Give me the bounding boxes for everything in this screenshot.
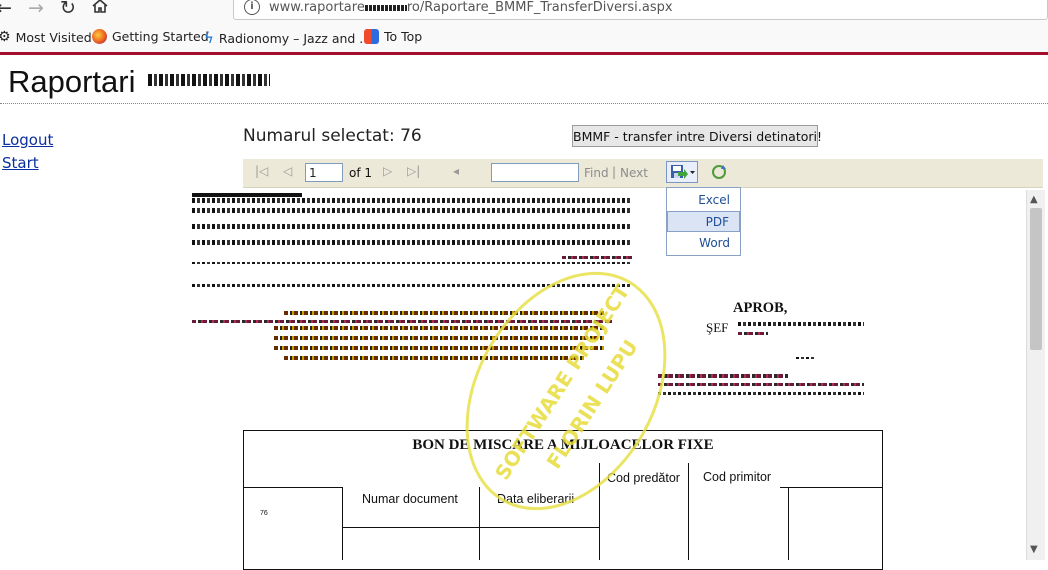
info-icon[interactable]: i — [244, 0, 260, 15]
save-disk-icon — [671, 165, 695, 179]
site-title: Raportari — [8, 64, 271, 100]
bookmarks-toolbar: ⚙ Most Visited Getting Started ϟ Radiono… — [0, 24, 1048, 53]
page-number-input[interactable]: 1 — [305, 163, 343, 182]
export-pdf-item[interactable]: PDF — [667, 211, 740, 232]
bookmark-label: Getting Started — [112, 29, 209, 44]
firefox-icon — [92, 29, 107, 44]
report-toolbar: |◁ ◁ 1 of 1 ▷ ▷| ◂ Find | Next — [243, 159, 1043, 188]
url-bar[interactable]: i www.raportare ro/Raportare_BMMF_Transfe… — [233, 0, 1048, 20]
bolt-icon: ϟ — [204, 29, 214, 47]
redacted-line — [192, 262, 632, 264]
row-value: 76 — [260, 510, 268, 517]
find-separator: | — [612, 165, 617, 179]
logout-link[interactable]: Logout — [2, 131, 53, 149]
scroll-up-icon[interactable]: ▲ — [1030, 194, 1038, 205]
cod-primitor-header: Cod primitor — [703, 470, 772, 484]
home-icon[interactable] — [91, 0, 109, 20]
bookmark-label: Most Visited — [15, 29, 92, 45]
reload-icon[interactable]: ↻ — [60, 0, 76, 20]
report-scrollbar[interactable]: ▲ ▼ — [1026, 190, 1045, 560]
redacted-line — [192, 198, 632, 203]
redacted-line — [192, 224, 632, 229]
export-excel-item[interactable]: Excel — [667, 190, 740, 211]
accent-bar — [0, 52, 1048, 55]
export-menu: Excel PDF Word — [666, 187, 741, 256]
next-button[interactable]: Next — [620, 166, 648, 180]
browser-nav-bar: ← → ↻ i www.raportare ro/Raportare_BMMF_T… — [0, 0, 1048, 24]
forward-icon[interactable]: → — [28, 0, 44, 20]
gear-icon: ⚙ — [0, 29, 11, 45]
chief-label: ŞEF — [706, 320, 729, 335]
back-icon[interactable]: ← — [0, 0, 12, 20]
url-text: www.raportare ro/Raportare_BMMF_TransferD… — [269, 0, 673, 15]
redacted-line — [192, 240, 632, 245]
redacted-line — [192, 193, 302, 197]
first-page-icon[interactable]: |◁ — [255, 164, 268, 178]
transfer-button[interactable]: BMMF - transfer intre Diversi detinatori… — [572, 125, 822, 147]
redacted-text — [148, 74, 271, 86]
page-count: of 1 — [349, 166, 373, 180]
bookmark-getting-started[interactable]: Getting Started — [92, 29, 209, 44]
table-line — [342, 527, 600, 528]
find-input[interactable] — [491, 163, 579, 182]
redacted-line — [192, 208, 632, 213]
bookmark-label: To Top — [384, 29, 423, 44]
redacted-line — [738, 332, 768, 335]
bookmark-label: Radionomy – Jazz and ... — [218, 30, 372, 46]
prev-page-icon[interactable]: ◁ — [283, 164, 292, 178]
table-line — [342, 487, 343, 560]
title-divider — [0, 103, 1048, 104]
bookmark-to-top[interactable]: To Top — [364, 29, 422, 44]
scroll-down-icon[interactable]: ▼ — [1030, 544, 1038, 555]
refresh-icon[interactable] — [710, 163, 728, 181]
table-line — [780, 487, 883, 488]
table-line — [688, 463, 689, 560]
back-to-parent-icon[interactable]: ◂ — [453, 164, 459, 178]
watermark-stamp: SOFTWARE PROJECT FLORIN LUPU — [465, 271, 667, 511]
numar-document-header: Numar document — [362, 492, 458, 506]
selected-number-label: Numarul selectat: 76 — [243, 126, 422, 146]
next-page-icon[interactable]: ▷ — [383, 164, 392, 178]
find-button[interactable]: Find — [584, 166, 609, 180]
scroll-thumb[interactable] — [1030, 208, 1042, 350]
redacted-line — [738, 322, 864, 326]
redacted-line — [796, 357, 814, 359]
redacted-line — [658, 383, 864, 386]
totop-icon — [364, 29, 379, 44]
bookmark-most-visited[interactable]: ⚙ Most Visited — [0, 29, 92, 45]
table-line — [243, 487, 342, 488]
table-line — [788, 487, 789, 560]
start-link[interactable]: Start — [2, 154, 39, 172]
export-button[interactable] — [666, 161, 698, 183]
redacted-line — [658, 392, 864, 395]
export-word-item[interactable]: Word — [667, 233, 740, 254]
bookmark-radionomy[interactable]: ϟ Radionomy – Jazz and ... — [204, 29, 371, 47]
redacted-line — [562, 256, 632, 259]
last-page-icon[interactable]: ▷| — [407, 164, 420, 178]
approval-label: APROB, — [733, 300, 788, 316]
